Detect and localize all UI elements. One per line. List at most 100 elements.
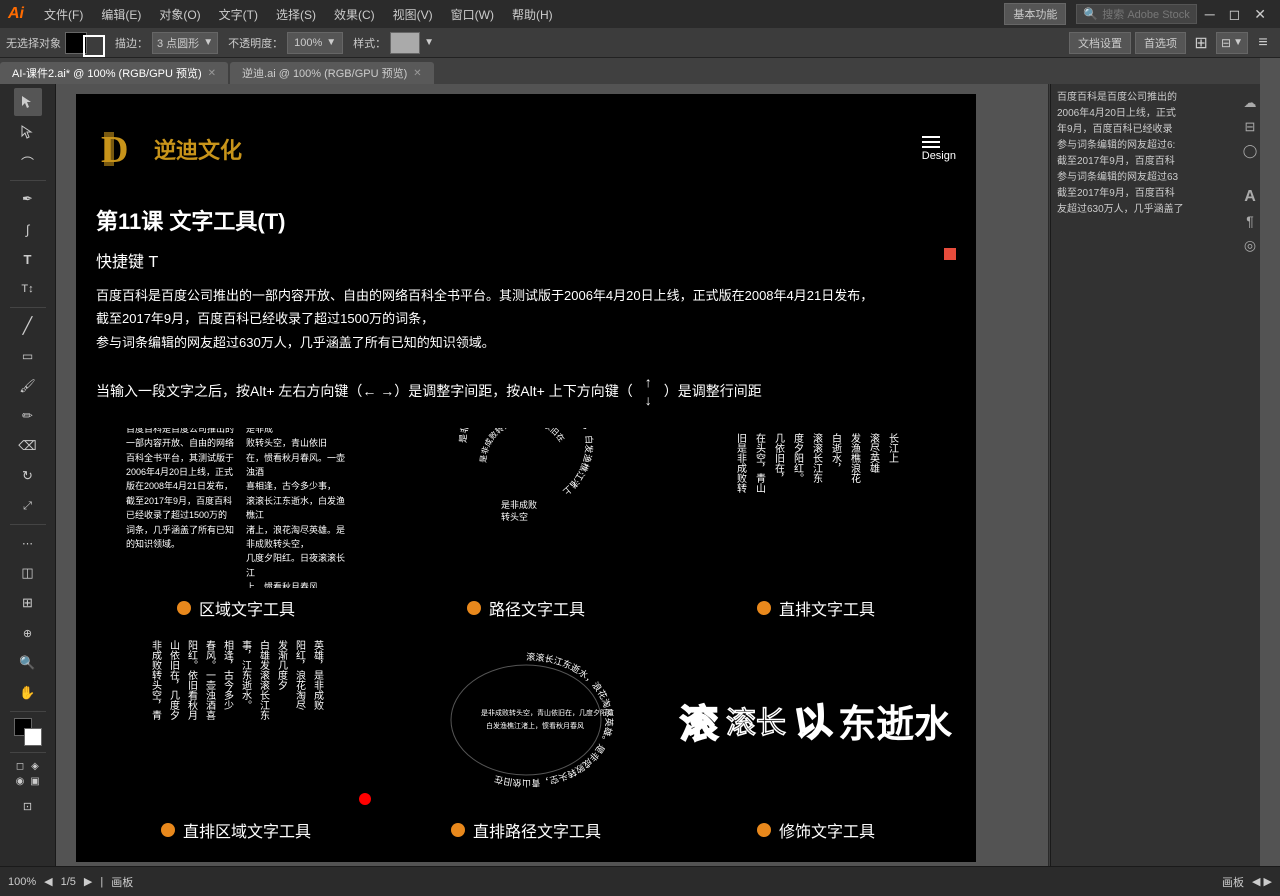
stroke-color-swatch[interactable] — [83, 35, 105, 57]
properties-panel: 百度百科是百度公司推出的 2006年4月20日上线，正式 年9月，百度百科已经收… — [1050, 84, 1260, 866]
arrange-button[interactable]: ⊞ — [1190, 32, 1212, 54]
isolate-mode[interactable]: ▣ — [28, 774, 42, 788]
scale-tool[interactable]: ⤢ — [14, 492, 42, 520]
artboard-header: D 逆迪文化 Design — [96, 114, 956, 184]
panel-icon-2[interactable]: ◯ — [1240, 141, 1260, 161]
bottom-demo-grid: 非成败转头空，青 山依旧在，几度夕 阳红。依旧看秋月 春风。一壶浊酒喜 相逢，古… — [96, 630, 956, 842]
vert-path-visual: 滚滚长江东逝水，浪花淘尽英雄。是非成败转头空，青山依旧在 是非成败转头空，青山依… — [386, 630, 666, 810]
direct-select-tool[interactable] — [14, 118, 42, 146]
zoom-tool[interactable]: 🔍 — [14, 649, 42, 677]
panel-toggle[interactable]: ⊟ ▼ — [1216, 32, 1248, 54]
more-options-button[interactable]: ≡ — [1252, 32, 1274, 54]
eraser-tool[interactable]: ⌫ — [14, 432, 42, 460]
deco-text-label: 修饰文字工具 — [757, 818, 875, 842]
panel-icon-4[interactable]: ¶ — [1240, 211, 1260, 231]
menu-help[interactable]: 帮助(H) — [504, 4, 561, 25]
rect-tool[interactable]: ▭ — [14, 342, 42, 370]
type-tool[interactable]: T — [14, 245, 42, 273]
app-logo: Ai — [8, 5, 24, 23]
area-text-left: 百度百科是百度公司推出的一部内容开放、自由的网络百科全书平台，其测试版于2006… — [126, 428, 236, 588]
hamburger-menu[interactable]: Design — [922, 136, 956, 162]
basic-function-dropdown[interactable]: 基本功能 — [1004, 3, 1066, 25]
tab-ai-course[interactable]: AI-课件2.ai* @ 100% (RGB/GPU 预览) ✕ — [0, 62, 228, 84]
gradient-tool[interactable]: ◫ — [14, 559, 42, 587]
shape-builder-tool[interactable]: ⊕ — [14, 619, 42, 647]
mesh-tool[interactable]: ⊞ — [14, 589, 42, 617]
restore-button[interactable]: ◻ — [1223, 4, 1247, 25]
blend-tool[interactable]: ⋯ — [14, 529, 42, 557]
panel-icon-5[interactable]: ◎ — [1240, 235, 1260, 255]
opacity-label: 不透明度： — [228, 35, 283, 51]
panel-icon-1[interactable]: ⊟ — [1240, 117, 1260, 137]
svg-text:是非成败转头空，青山依旧在: 是非成败转头空，青山依旧在 — [479, 428, 567, 463]
pencil-tool[interactable]: ✏ — [14, 402, 42, 430]
menu-effect[interactable]: 效果(C) — [326, 4, 383, 25]
vert-area-col-5: 相逢，古今多少 — [220, 640, 235, 800]
vert-col-5: 滚滚长江东 — [809, 433, 824, 583]
style-swatch[interactable] — [390, 32, 420, 54]
cloud-icon[interactable]: ☁ — [1240, 93, 1260, 113]
search-stock-bar[interactable]: 🔍 搜索 Adobe Stock — [1076, 4, 1196, 24]
overflow-indicator — [359, 793, 371, 805]
vert-col-8: 滚尽英雄 — [866, 433, 881, 583]
line-tool[interactable]: ╱ — [14, 312, 42, 340]
behind-mode[interactable]: ◈ — [28, 759, 42, 773]
close-button[interactable]: ✕ — [1248, 4, 1272, 25]
select-tool[interactable] — [14, 88, 42, 116]
pen-tool[interactable]: ✒ — [14, 185, 42, 213]
curvature-tool[interactable]: ∫ — [14, 215, 42, 243]
menu-edit[interactable]: 编辑(E) — [93, 4, 149, 25]
description-text: 百度百科是百度公司推出的一部内容开放、自由的网络百科全书平台。其测试版于2006… — [96, 284, 956, 354]
vert-path-svg: 滚滚长江东逝水，浪花淘尽英雄。是非成败转头空，青山依旧在 是非成败转头空，青山依… — [426, 640, 626, 800]
hand-tool[interactable]: ✋ — [14, 679, 42, 707]
style-dropdown-arrow[interactable]: ▼ — [424, 37, 434, 48]
tab-close-0[interactable]: ✕ — [208, 68, 216, 79]
opacity-control[interactable]: 100% ▼ — [287, 32, 343, 54]
status-bar: 100% ◀ 1/5 ▶ | 画板 画板 ◀ ▶ — [0, 866, 1280, 896]
lesson-title: 第11课 文字工具(T) — [96, 204, 956, 236]
lasso-tool[interactable]: ⌒ — [14, 148, 42, 176]
path-text-label: 路径文字工具 — [467, 596, 585, 620]
vert-area-col-9: 阳红，浪花淘尽 — [292, 640, 307, 800]
touch-type-tool[interactable]: T↕ — [14, 275, 42, 303]
menu-file[interactable]: 文件(F) — [36, 4, 91, 25]
demo-vert-area: 非成败转头空，青 山依旧在，几度夕 阳红。依旧看秋月 春风。一壶浊酒喜 相逢，古… — [96, 630, 376, 842]
menu-select[interactable]: 选择(S) — [268, 4, 324, 25]
vert-col-4: 度夕阳红。 — [790, 433, 805, 583]
view-mode-icons: ◻ ◈ ◉ ▣ — [13, 759, 42, 788]
menu-view[interactable]: 视图(V) — [385, 4, 441, 25]
artboard-label: 画板 — [111, 874, 133, 890]
vert-col-9: 长江上 — [885, 433, 900, 583]
preferences-button[interactable]: 首选项 — [1135, 32, 1186, 54]
normal-mode[interactable]: ◻ — [13, 759, 27, 773]
nav-prev[interactable]: ◀ — [44, 875, 52, 888]
menu-type[interactable]: 文字(T) — [211, 4, 266, 25]
inside-mode[interactable]: ◉ — [13, 774, 27, 788]
menu-window[interactable]: 窗口(W) — [443, 4, 502, 25]
brush-selector[interactable]: 3 点圆形 ▼ — [152, 32, 218, 54]
foreground-color[interactable] — [14, 718, 42, 746]
vert-area-col-1: 非成败转头空，青 — [148, 640, 163, 800]
vert-area-visual: 非成败转头空，青 山依旧在，几度夕 阳红。依旧看秋月 春风。一壶浊酒喜 相逢，古… — [96, 630, 376, 810]
nav-controls[interactable]: ◀ ▶ — [1252, 875, 1272, 888]
artboard-tool[interactable]: ⊡ — [14, 792, 42, 820]
doc-settings-button[interactable]: 文档设置 — [1069, 32, 1131, 54]
logo-icon: D — [96, 124, 146, 174]
svg-text:滚滚长江东逝水，浪花淘尽英雄。是非成败转头空，青山依旧在: 滚滚长江东逝水，浪花淘尽英雄。是非成败转头空，青山依旧在 — [493, 651, 615, 789]
demo-vertical-text: 旧是非成败转 在头空，青山 几依旧在， 度夕阳红。 滚滚长江东 白逝水， 发渔樵… — [676, 428, 956, 620]
paintbrush-tool[interactable]: 🖌 — [14, 372, 42, 400]
vertical-text-label: 直排文字工具 — [757, 596, 875, 620]
shortcut-marker — [944, 248, 956, 260]
panel-icon-3[interactable]: A — [1240, 187, 1260, 207]
demo-grid: 百度百科是百度公司推出的一部内容开放、自由的网络百科全书平台，其测试版于2006… — [96, 428, 956, 620]
tab-close-1[interactable]: ✕ — [413, 68, 421, 79]
svg-text:白发渔樵江渚上，惯看秋月春风: 白发渔樵江渚上，惯看秋月春风 — [486, 721, 584, 730]
tab-nidi[interactable]: 逆迪.ai @ 100% (RGB/GPU 预览) ✕ — [230, 62, 434, 84]
tabs-row: AI-课件2.ai* @ 100% (RGB/GPU 预览) ✕ 逆迪.ai @… — [0, 58, 1260, 84]
vert-col-1: 旧是非成败转 — [733, 433, 748, 583]
rotate-tool[interactable]: ↻ — [14, 462, 42, 490]
nav-next[interactable]: ▶ — [84, 875, 92, 888]
minimize-button[interactable]: ─ — [1199, 4, 1221, 24]
menu-object[interactable]: 对象(O) — [151, 4, 208, 25]
logo-text: 逆迪文化 — [154, 133, 242, 165]
